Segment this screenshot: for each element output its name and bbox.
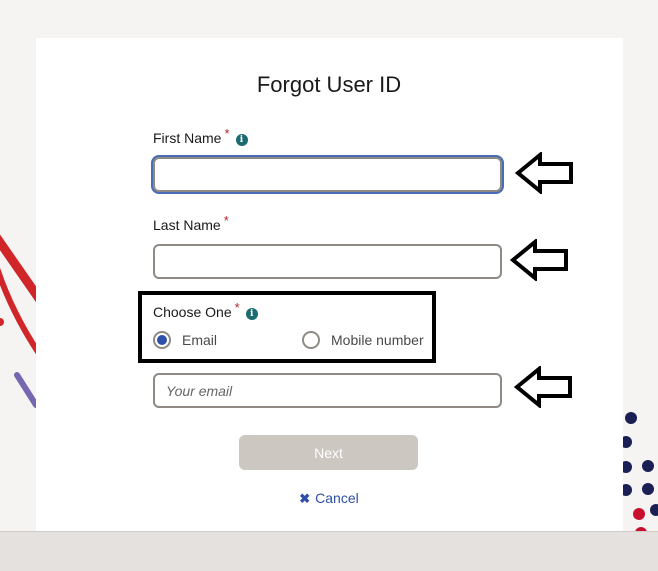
first-name-label: First Name * i	[153, 126, 248, 146]
required-asterisk: *	[223, 213, 229, 228]
left-arrow-annotation-icon	[515, 152, 573, 194]
close-icon: ✖	[299, 491, 311, 506]
decorative-dot	[642, 460, 654, 472]
radio-email-label: Email	[182, 332, 218, 348]
email-input[interactable]	[153, 373, 502, 408]
radio-mobile-label: Mobile number	[331, 332, 424, 348]
radio-button-unselected[interactable]	[302, 331, 320, 349]
info-icon[interactable]: i	[245, 308, 258, 320]
cancel-label: Cancel	[315, 490, 359, 506]
choose-one-label-text: Choose One	[153, 304, 232, 320]
last-name-label: Last Name *	[153, 213, 229, 233]
info-icon[interactable]: i	[235, 134, 248, 146]
decorative-dot	[633, 508, 645, 520]
next-button[interactable]: Next	[239, 435, 418, 470]
required-asterisk: *	[234, 300, 240, 315]
required-asterisk: *	[224, 126, 230, 141]
choose-one-label: Choose One * i	[153, 300, 258, 320]
last-name-label-text: Last Name	[153, 217, 221, 233]
highlight-box	[138, 291, 436, 363]
last-name-input[interactable]	[153, 244, 502, 279]
first-name-label-text: First Name	[153, 130, 222, 146]
decorative-dot	[0, 318, 4, 326]
radio-mobile-number[interactable]: Mobile number	[302, 331, 424, 349]
decorative-stroke	[14, 372, 39, 408]
page-title: Forgot User ID	[256, 72, 402, 97]
radio-email[interactable]: Email	[153, 331, 217, 349]
footer-band	[0, 531, 658, 571]
cancel-link[interactable]: ✖ Cancel	[0, 490, 658, 507]
decorative-dot	[625, 412, 637, 424]
left-arrow-annotation-icon	[514, 366, 572, 408]
first-name-input[interactable]	[153, 157, 502, 192]
left-arrow-annotation-icon	[510, 239, 568, 281]
radio-button-selected[interactable]	[153, 331, 171, 349]
